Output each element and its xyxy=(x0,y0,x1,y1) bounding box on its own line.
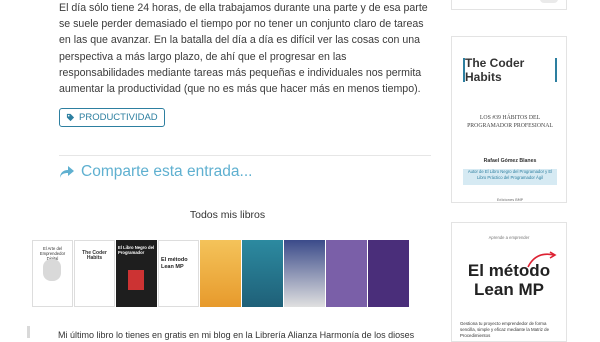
book-cover[interactable]: The Coder Habits xyxy=(74,240,115,307)
book-cover[interactable] xyxy=(284,240,325,307)
coder-habits-subtitle: LOS #39 HÁBITOS DEL PROGRAMADOR PROFESIO… xyxy=(467,115,553,129)
bottom-text: Mi último libro lo tienes en gratis en m… xyxy=(58,330,415,340)
lean-mp-description: Gestiona tu proyecto emprendedor de form… xyxy=(460,321,550,338)
coder-habits-cover: The Coder Habits LOS #39 HÁBITOS DEL PRO… xyxy=(463,50,557,202)
pill-decoration xyxy=(540,0,558,3)
book-illustration xyxy=(43,259,61,281)
book-cover[interactable] xyxy=(200,240,241,307)
book-title: The Coder Habits xyxy=(82,250,107,261)
share-label: Comparte esta entrada... xyxy=(81,163,253,180)
lean-mp-kicker: Aprende a emprender xyxy=(488,235,530,240)
book-cover[interactable] xyxy=(326,240,367,307)
paragraph-text: El día sólo tiene 24 horas, de ella trab… xyxy=(59,2,428,96)
book-cover[interactable]: El método Lean MP xyxy=(158,240,199,307)
share-link[interactable]: Comparte esta entrada... xyxy=(59,163,252,181)
book-cover[interactable]: El Arte del Emprendedor Digital xyxy=(32,240,73,307)
book-title: El método Lean MP xyxy=(161,257,188,270)
coder-habits-note: Autor de El Libro Negro del Programador … xyxy=(463,169,557,185)
divider xyxy=(59,155,431,156)
article-paragraph: El día sólo tiene 24 horas, de ella trab… xyxy=(59,0,431,97)
book-title: El Libro Negro del Programador xyxy=(118,245,155,255)
article-main: El día sólo tiene 24 horas, de ella trab… xyxy=(0,0,440,340)
book-cover[interactable] xyxy=(368,240,409,307)
tag-productividad[interactable]: PRODUCTIVIDAD xyxy=(59,108,165,127)
book-cover[interactable]: El Libro Negro del Programador xyxy=(116,240,157,307)
coder-habits-title: The Coder Habits xyxy=(463,56,557,84)
lean-mp-title: El método Lean MP xyxy=(467,261,551,299)
sidebar-card-top xyxy=(451,0,567,10)
books-heading: Todos mis libros xyxy=(189,209,266,221)
books-row: El Arte del Emprendedor Digital The Code… xyxy=(32,240,409,307)
sidebar-card-coder-habits[interactable]: The Coder Habits LOS #39 HÁBITOS DEL PRO… xyxy=(451,36,567,203)
coder-habits-edition: Ediciones BMP xyxy=(497,198,523,202)
coder-habits-author: Rafael Gómez Blanes xyxy=(483,158,537,164)
share-arrow-icon xyxy=(60,166,74,178)
book-illustration xyxy=(128,270,144,290)
book-cover[interactable] xyxy=(242,240,283,307)
tag-icon xyxy=(66,113,75,122)
blockquote-bar xyxy=(27,326,30,338)
sidebar-card-lean-mp[interactable]: Aprende a emprender El método Lean MP Ge… xyxy=(451,222,567,342)
tag-label: PRODUCTIVIDAD xyxy=(79,112,158,123)
